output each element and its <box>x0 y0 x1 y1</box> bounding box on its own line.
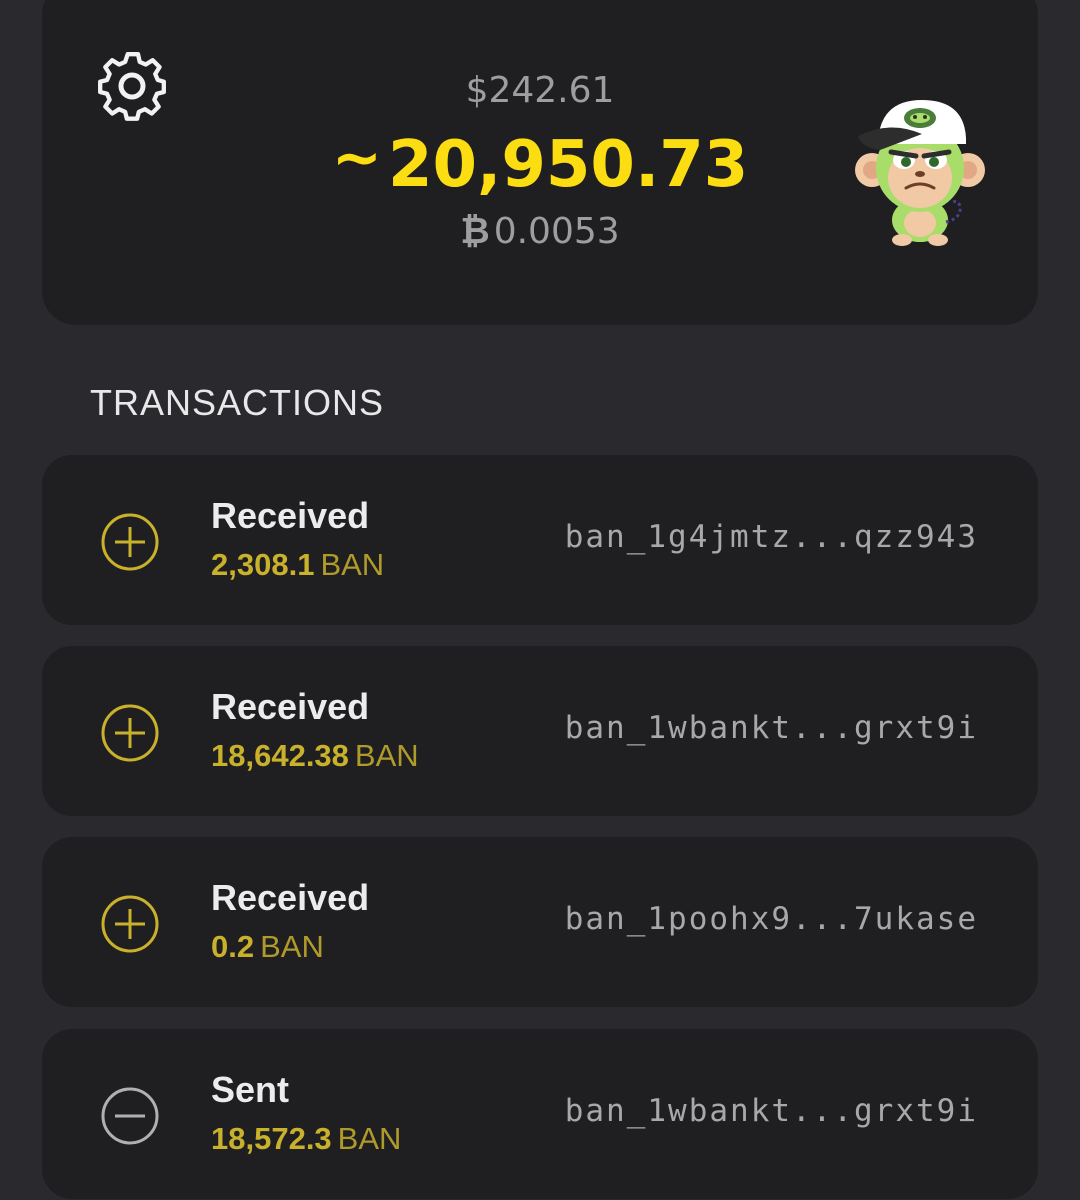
btc-value: 0.0053 <box>493 211 620 252</box>
approx-symbol: ~ <box>331 123 382 193</box>
minus-circle-icon <box>101 1087 159 1145</box>
balance-amount: 20,950.73 <box>387 128 749 202</box>
transaction-amount: 18,572.3 BAN <box>211 1121 401 1157</box>
transaction-address: ban_1poohx9...7ukase <box>564 901 978 937</box>
amount-value: 0.2 <box>211 929 255 964</box>
transaction-type: Sent <box>211 1069 290 1110</box>
transaction-item[interactable]: Received 0.2 BAN ban_1poohx9...7ukase <box>42 837 1038 1007</box>
plus-circle-icon <box>101 513 159 571</box>
transaction-type: Received <box>211 877 370 918</box>
transaction-address: ban_1wbankt...grxt9i <box>564 1093 978 1129</box>
bitcoin-icon: ₿ <box>460 211 490 252</box>
amount-unit: BAN <box>354 738 419 773</box>
transaction-item[interactable]: Received 2,308.1 BAN ban_1g4jmtz...qzz943 <box>42 455 1038 625</box>
transaction-address: ban_1g4jmtz...qzz943 <box>564 519 978 555</box>
transaction-item[interactable]: Received 18,642.38 BAN ban_1wbankt...grxt… <box>42 646 1038 816</box>
amount-unit: BAN <box>320 547 385 582</box>
transaction-item[interactable]: Sent 18,572.3 BAN ban_1wbankt...grxt9i <box>42 1029 1038 1199</box>
plus-circle-icon <box>101 704 159 762</box>
transaction-amount: 18,642.38 BAN <box>211 738 419 774</box>
amount-value: 18,572.3 <box>211 1121 332 1156</box>
monkey-avatar[interactable] <box>850 92 990 247</box>
plus-circle-icon <box>101 895 159 953</box>
transaction-type: Received <box>211 686 370 727</box>
wallet-screen: $242.61 ~20,950.73 ₿ 0.0053 TRANSACTIONS… <box>0 0 1080 1200</box>
amount-unit: BAN <box>260 929 324 964</box>
transaction-address: ban_1wbankt...grxt9i <box>564 710 978 746</box>
transaction-amount: 0.2 BAN <box>211 929 324 965</box>
amount-unit: BAN <box>337 1121 402 1156</box>
amount-value: 2,308.1 <box>211 547 315 582</box>
transaction-type: Received <box>211 495 370 536</box>
transaction-amount: 2,308.1 BAN <box>211 547 384 583</box>
monkey-avatar-icon <box>855 100 985 246</box>
amount-value: 18,642.38 <box>211 738 349 773</box>
transactions-heading: TRANSACTIONS <box>90 382 385 423</box>
